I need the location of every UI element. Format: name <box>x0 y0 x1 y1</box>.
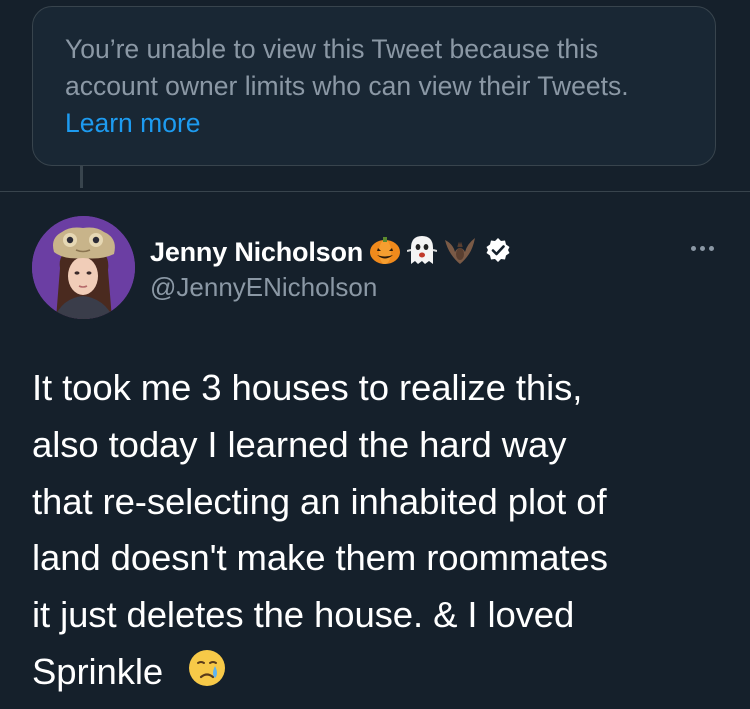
avatar[interactable] <box>32 216 135 319</box>
author-handle[interactable]: @JennyENicholson <box>150 272 511 303</box>
tweet-author: Jenny Nicholson @JennyENicholson <box>150 234 511 303</box>
tweet-text: It took me 3 houses to realize this, als… <box>32 360 732 705</box>
thread-connector-line <box>80 166 83 188</box>
notice-message: You’re unable to view this Tweet because… <box>65 34 629 101</box>
more-dot-icon <box>708 245 714 251</box>
tweet-text-last-line: Sprinkle <box>32 644 732 705</box>
verified-badge-icon <box>485 237 511 268</box>
ghost-emoji-icon <box>406 234 438 271</box>
tweet-divider <box>0 191 750 192</box>
more-dot-icon <box>690 245 696 251</box>
pumpkin-emoji-icon <box>369 235 401 270</box>
tweet-text-line: that re-selecting an inhabited plot of <box>32 480 607 522</box>
author-display-name[interactable]: Jenny Nicholson <box>150 237 363 268</box>
notice-text-block: You’re unable to view this Tweet because… <box>65 31 685 142</box>
tweet-text-line: it just deletes the house. & I loved <box>32 594 575 636</box>
tweet-page: You’re unable to view this Tweet because… <box>0 0 750 709</box>
avatar-image <box>32 216 135 319</box>
tweet-text-line: It took me 3 houses to realize this, <box>32 367 583 408</box>
more-dot-icon <box>699 245 705 251</box>
crying-face-emoji-icon <box>187 648 227 705</box>
author-name-row: Jenny Nicholson <box>150 234 511 270</box>
limited-tweet-notice: You’re unable to view this Tweet because… <box>32 6 716 166</box>
bat-emoji-icon <box>443 234 477 271</box>
tweet-text-line: land doesn't make them roommates <box>32 537 608 579</box>
tweet-text-line: also today I learned the hard way <box>32 423 567 465</box>
tweet-text-line: Sprinkle <box>32 650 164 692</box>
learn-more-link[interactable]: Learn more <box>65 108 201 138</box>
more-options-button[interactable] <box>682 236 722 260</box>
